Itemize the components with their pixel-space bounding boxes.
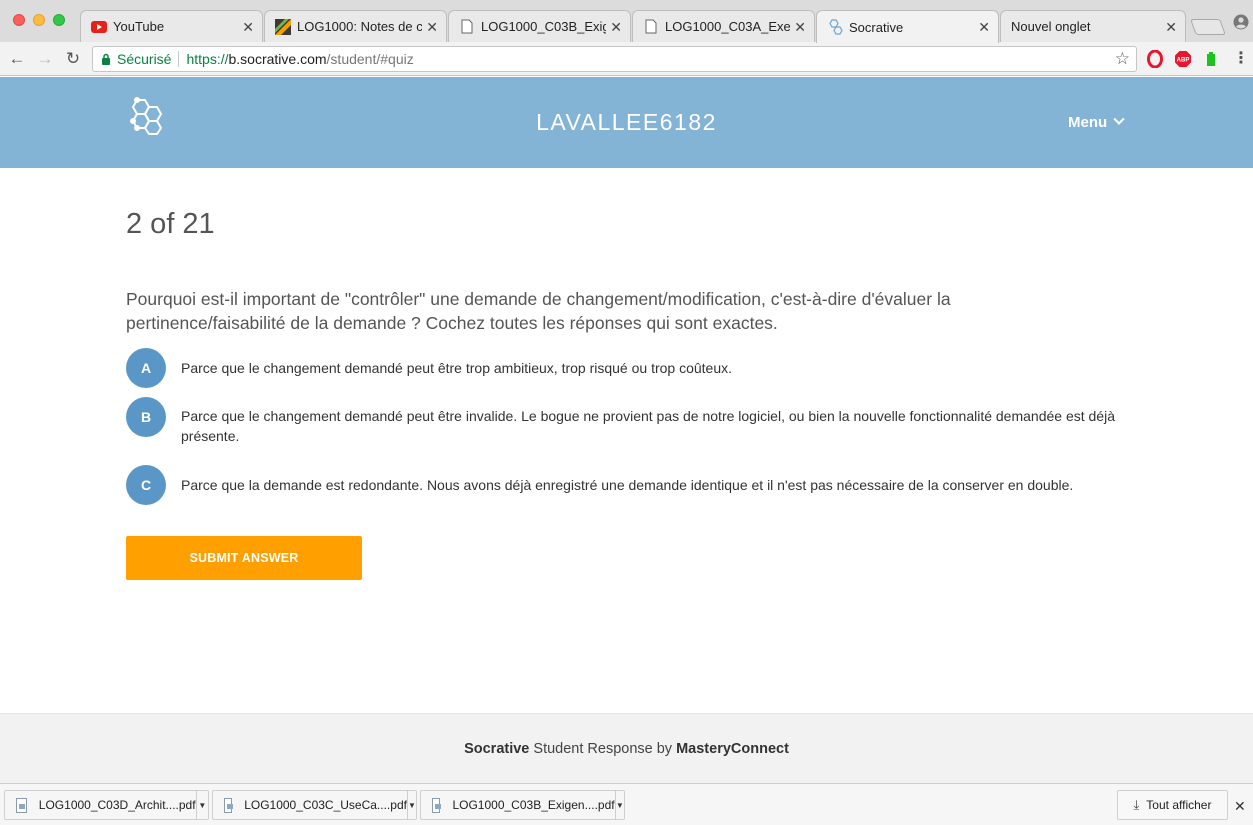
chevron-down-icon[interactable]: ▼ xyxy=(195,791,208,819)
reload-icon[interactable]: ↻ xyxy=(62,48,84,70)
chevron-down-icon[interactable]: ▼ xyxy=(614,791,624,819)
battery-icon[interactable] xyxy=(1202,50,1220,68)
answer-letter: A xyxy=(126,348,166,388)
pdf-file-icon xyxy=(16,797,27,813)
tab-title: Socrative xyxy=(849,19,904,35)
download-filename: LOG1000_C03B_Exigen....pdf xyxy=(452,798,615,812)
download-shelf: LOG1000_C03D_Archit....pdf ▼ LOG1000_C03… xyxy=(0,783,1253,825)
tab-title: Nouvel onglet xyxy=(1011,19,1091,34)
answer-option-c[interactable]: C Parce que la demande est redondante. N… xyxy=(126,465,1126,505)
youtube-icon xyxy=(91,19,107,35)
lock-icon xyxy=(102,53,110,65)
adblock-icon[interactable]: ABP xyxy=(1174,50,1192,68)
close-icon[interactable]: ✕ xyxy=(426,20,438,34)
tab-log1000-notes[interactable]: LOG1000: Notes de co ✕ xyxy=(264,10,447,42)
download-item[interactable]: LOG1000_C03D_Archit....pdf ▼ xyxy=(4,790,209,820)
tab-new[interactable]: Nouvel onglet ✕ xyxy=(1000,10,1186,42)
answer-letter: C xyxy=(126,465,166,505)
bookmark-star-icon[interactable]: ☆ xyxy=(1115,49,1130,69)
url-path: /student/#quiz xyxy=(326,51,414,67)
page-footer: Socrative Student Response by MasteryCon… xyxy=(0,713,1253,783)
socrative-logo-icon xyxy=(130,97,163,135)
document-icon xyxy=(643,19,659,35)
footer-text: Student Response by xyxy=(529,740,677,757)
download-item[interactable]: LOG1000_C03B_Exigen....pdf ▼ xyxy=(420,790,625,820)
answer-text: Parce que le changement demandé peut êtr… xyxy=(181,360,733,376)
submit-answer-button[interactable]: SUBMIT ANSWER xyxy=(126,536,362,580)
chevron-down-icon[interactable]: ▼ xyxy=(406,791,416,819)
close-icon[interactable]: ✕ xyxy=(1165,20,1177,34)
browser-menu-icon[interactable]: ⋮ xyxy=(1233,50,1249,68)
socrative-icon xyxy=(827,19,843,35)
url-host: b.socrative.com xyxy=(228,51,327,67)
show-all-downloads-button[interactable]: ⤓ Tout afficher xyxy=(1117,790,1228,820)
back-icon[interactable]: ← xyxy=(6,48,28,70)
profile-icon[interactable] xyxy=(1233,14,1249,30)
divider xyxy=(178,51,180,67)
footer-company: MasteryConnect xyxy=(676,740,789,757)
pdf-file-icon xyxy=(224,797,234,813)
close-icon[interactable]: ✕ xyxy=(242,20,254,34)
download-icon: ⤓ xyxy=(1133,797,1140,812)
menu-label: Menu xyxy=(1068,113,1108,131)
address-bar[interactable]: Sécurisé https:// b.socrative.com /stude… xyxy=(92,46,1137,72)
secure-label: Sécurisé xyxy=(117,51,172,67)
answer-option-a[interactable]: A Parce que le changement demandé peut ê… xyxy=(126,348,1126,388)
close-icon[interactable]: ✕ xyxy=(978,20,990,34)
forward-icon[interactable]: → xyxy=(34,48,56,70)
tab-title: YouTube xyxy=(113,19,165,34)
tab-title: LOG1000_C03A_Exercic xyxy=(665,19,791,34)
menu-dropdown[interactable]: Menu xyxy=(1068,110,1125,134)
chevron-down-icon xyxy=(1113,113,1125,125)
new-tab-button[interactable] xyxy=(1190,19,1226,35)
answer-letter: B xyxy=(126,397,166,437)
moodle-icon xyxy=(275,18,291,35)
question-progress: 2 of 21 xyxy=(126,208,215,240)
maximize-window-button[interactable] xyxy=(53,14,65,26)
browser-tab-strip: YouTube ✕ LOG1000: Notes de co ✕ LOG1000… xyxy=(0,0,1253,43)
answer-text: Parce que la demande est redondante. Nou… xyxy=(181,477,1074,493)
footer-brand: Socrative xyxy=(464,740,530,757)
download-filename: LOG1000_C03D_Archit....pdf xyxy=(38,798,196,812)
close-icon[interactable]: ✕ xyxy=(610,20,622,34)
tab-log1000-c03b[interactable]: LOG1000_C03B_Exigen ✕ xyxy=(448,10,631,42)
room-name: LAVALLEE6182 xyxy=(536,109,717,135)
tab-title: LOG1000: Notes de co xyxy=(297,19,423,34)
url-scheme: https:// xyxy=(186,51,229,67)
close-icon[interactable]: ✕ xyxy=(794,20,806,34)
question-text: Pourquoi est-il important de "contrôler"… xyxy=(126,289,951,333)
download-item[interactable]: LOG1000_C03C_UseCa....pdf ▼ xyxy=(212,790,417,820)
answer-option-b[interactable]: B Parce que le changement demandé peut ê… xyxy=(126,397,1126,446)
show-all-label: Tout afficher xyxy=(1146,798,1212,812)
download-filename: LOG1000_C03C_UseCa....pdf xyxy=(244,798,407,812)
tab-youtube[interactable]: YouTube ✕ xyxy=(80,10,263,42)
svg-text:ABP: ABP xyxy=(1177,58,1190,64)
close-icon[interactable]: ✕ xyxy=(1234,798,1246,815)
tab-socrative[interactable]: Socrative ✕ xyxy=(816,10,999,43)
document-icon xyxy=(459,19,475,35)
close-window-button[interactable] xyxy=(13,14,25,26)
pdf-file-icon xyxy=(432,797,442,813)
tab-title: LOG1000_C03B_Exigen xyxy=(481,19,607,34)
app-header: LAVALLEE6182 Menu xyxy=(0,77,1253,168)
minimize-window-button[interactable] xyxy=(33,14,45,26)
answer-text: Parce que le changement demandé peut êtr… xyxy=(181,408,1115,444)
opera-icon[interactable] xyxy=(1146,50,1164,68)
browser-toolbar: ← → ↻ Sécurisé https:// b.socrative.com … xyxy=(0,42,1253,76)
tab-log1000-c03a[interactable]: LOG1000_C03A_Exercic ✕ xyxy=(632,10,815,42)
